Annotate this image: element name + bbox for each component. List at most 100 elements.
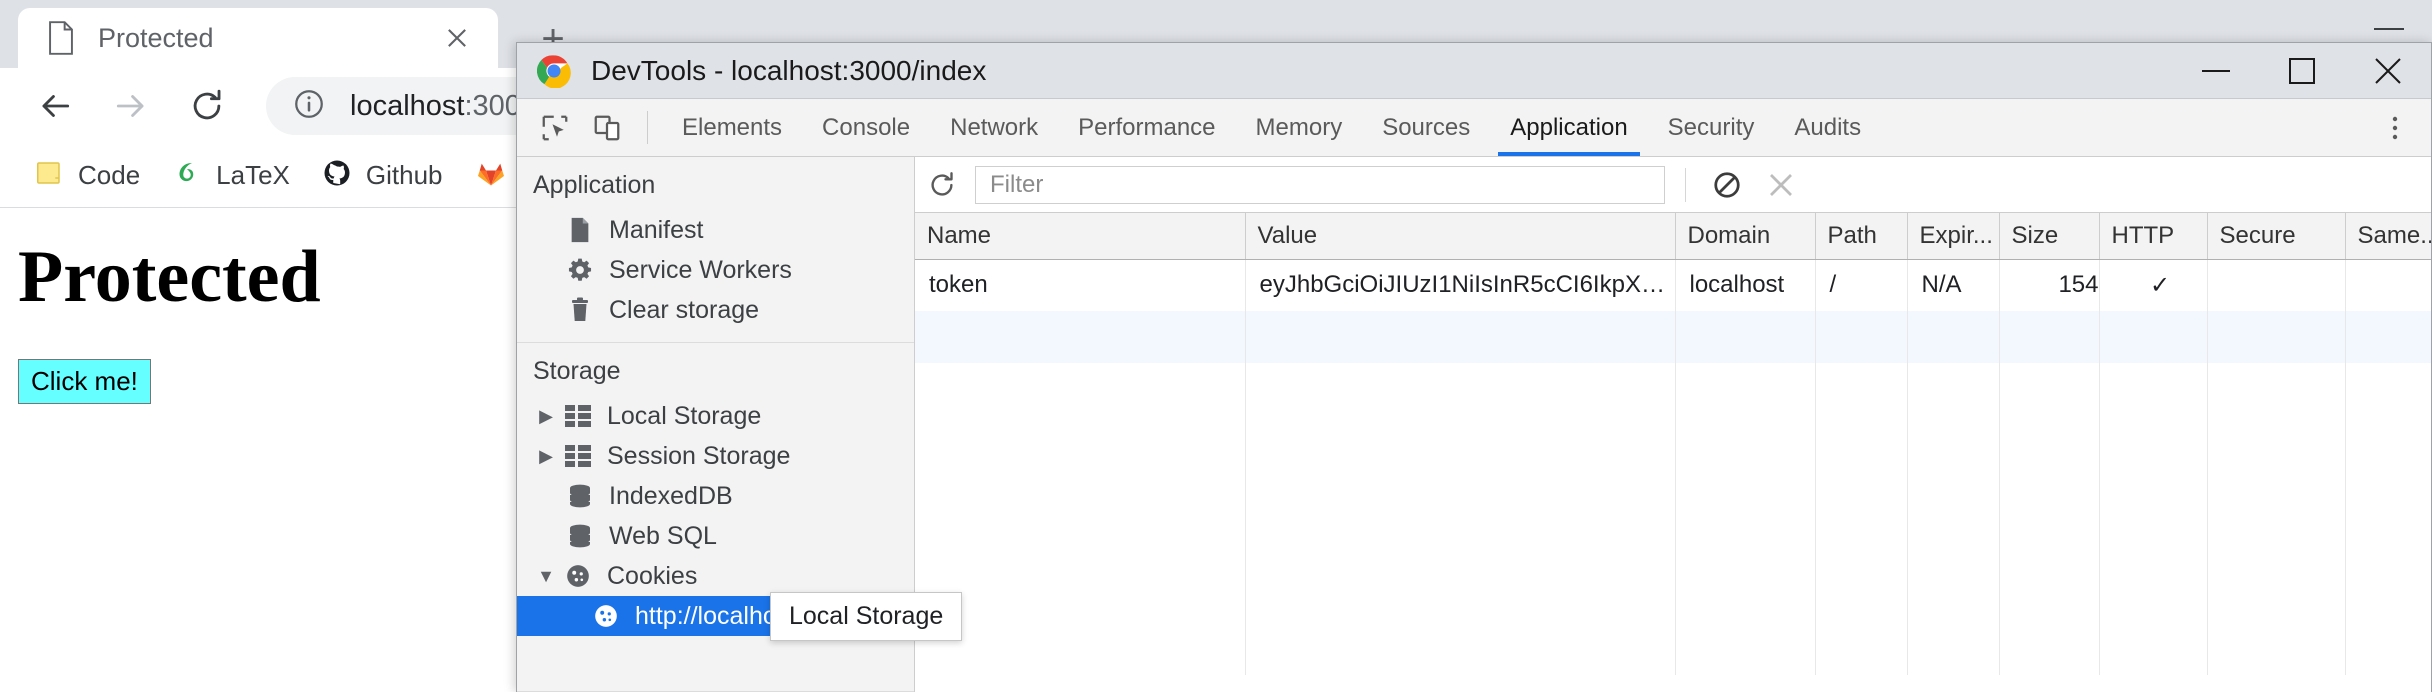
overleaf-icon [172,158,202,193]
sidebar-item-local-storage[interactable]: ▶ Local Storage [517,396,914,436]
refresh-icon[interactable] [915,158,969,212]
cell-domain: localhost [1675,259,1816,311]
cookie-icon [587,603,625,629]
browser-tab[interactable]: Protected [18,8,498,68]
maximize-button[interactable] [2259,43,2345,99]
kebab-menu-icon[interactable] [2373,99,2417,156]
table-row-empty [915,571,2431,623]
table-row[interactable]: token eyJhbGciOiJIUzI1NiIsInR5cCI6IkpXVC… [915,259,2431,311]
tab-performance[interactable]: Performance [1058,99,1235,156]
sidebar-item-clear-storage[interactable]: Clear storage [517,290,914,330]
bookmark-label: LaTeX [216,160,290,190]
column-header-http[interactable]: HTTP [2099,213,2208,260]
cookies-panel: Filter Name Value Domain Path Expir... S… [915,157,2431,692]
sidebar-item-session-storage[interactable]: ▶ Session Storage [517,436,914,476]
chevron-right-icon[interactable]: ▶ [533,446,559,467]
table-row-empty [915,363,2431,415]
gitlab-icon [475,158,507,193]
gear-icon [561,257,599,283]
reload-button[interactable] [176,75,238,137]
devtools-window-controls [2173,43,2431,99]
chrome-logo-icon [536,54,571,89]
browser-minimize-button[interactable] [2366,14,2412,44]
bookmark-code[interactable]: Code [26,154,148,197]
browser-tab-title: Protected [98,22,214,53]
cell-size: 154 [1999,259,2100,311]
trash-icon [561,297,599,323]
back-button[interactable] [24,75,86,137]
page-title: Protected [18,236,321,318]
column-header-expires[interactable]: Expir... [1907,213,2000,260]
github-icon [322,158,352,193]
column-header-secure[interactable]: Secure [2207,213,2346,260]
inspect-element-icon[interactable] [529,99,581,156]
table-row-empty [915,467,2431,519]
close-icon[interactable] [440,21,474,55]
sidebar-item-label: Session Storage [607,441,791,470]
table-header-row: Name Value Domain Path Expir... Size HTT… [915,213,2431,260]
column-header-value[interactable]: Value [1245,213,1676,260]
tab-application[interactable]: Application [1490,99,1647,156]
bookmark-latex[interactable]: LaTeX [164,154,298,197]
tab-memory[interactable]: Memory [1236,99,1363,156]
cookies-toolbar: Filter [915,157,2431,213]
devtools-body: Application Manifest Service Workers Cle… [517,157,2431,692]
devtools-titlebar: DevTools - localhost:3000/index [517,43,2431,99]
sidebar-item-indexeddb[interactable]: IndexedDB [517,476,914,516]
column-header-name[interactable]: Name [915,213,1246,260]
delete-selected-icon[interactable] [1754,158,1808,212]
close-button[interactable] [2345,43,2431,99]
toolbar-divider [647,111,648,144]
folder-icon [34,158,64,193]
sidebar-item-manifest[interactable]: Manifest [517,210,914,250]
database-icon [561,524,599,548]
cookies-table: Name Value Domain Path Expir... Size HTT… [915,213,2431,675]
table-row-empty [915,623,2431,675]
manifest-document-icon [561,217,599,243]
tab-console[interactable]: Console [802,99,930,156]
tab-security[interactable]: Security [1648,99,1775,156]
filter-placeholder: Filter [990,170,1044,198]
devtools-panel-tabs: Elements Console Network Performance Mem… [517,99,2431,157]
column-header-size[interactable]: Size [1999,213,2100,260]
chevron-down-icon[interactable]: ▼ [533,566,559,587]
table-row-empty [915,311,2431,363]
cell-secure [2207,259,2346,311]
column-header-path[interactable]: Path [1815,213,1908,260]
sidebar-item-label: Service Workers [609,255,792,284]
cell-http: ✓ [2099,259,2208,311]
sidebar-section-storage: Storage [533,357,621,385]
tab-network[interactable]: Network [930,99,1058,156]
sidebar-item-cookies[interactable]: ▼ Cookies [517,556,914,596]
filter-input[interactable]: Filter [975,165,1665,204]
tab-audits[interactable]: Audits [1774,99,1881,156]
sidebar-item-web-sql[interactable]: Web SQL [517,516,914,556]
column-header-samesite[interactable]: Same... [2345,213,2431,260]
tooltip: Local Storage [770,592,963,641]
sidebar-item-label: Cookies [607,561,698,590]
sidebar-item-service-workers[interactable]: Service Workers [517,250,914,290]
forward-button[interactable] [100,75,162,137]
tab-sources[interactable]: Sources [1362,99,1490,156]
sidebar-section-application: Application [533,171,656,199]
sidebar-item-label: Manifest [609,215,704,244]
minimize-button[interactable] [2173,43,2259,99]
document-icon [46,21,76,55]
tab-elements[interactable]: Elements [662,99,802,156]
clear-cookies-icon[interactable] [1700,158,1754,212]
cookie-icon [559,563,597,589]
table-row-empty [915,415,2431,467]
table-row-empty [915,519,2431,571]
cell-samesite [2345,259,2431,311]
column-header-domain[interactable]: Domain [1675,213,1816,260]
sidebar-item-label: IndexedDB [609,481,733,510]
devtools-window-title: DevTools - localhost:3000/index [591,54,987,86]
device-toolbar-icon[interactable] [581,99,633,156]
sidebar-item-label: Local Storage [607,401,762,430]
click-me-button[interactable]: Click me! [18,359,151,404]
cell-value: eyJhbGciOiJIUzI1NiIsInR5cCI6IkpXVC... [1245,259,1676,311]
chevron-right-icon[interactable]: ▶ [533,406,559,427]
bookmark-label: Code [78,160,141,190]
bookmark-github[interactable]: Github [314,154,451,197]
info-circle-icon[interactable] [292,87,326,126]
